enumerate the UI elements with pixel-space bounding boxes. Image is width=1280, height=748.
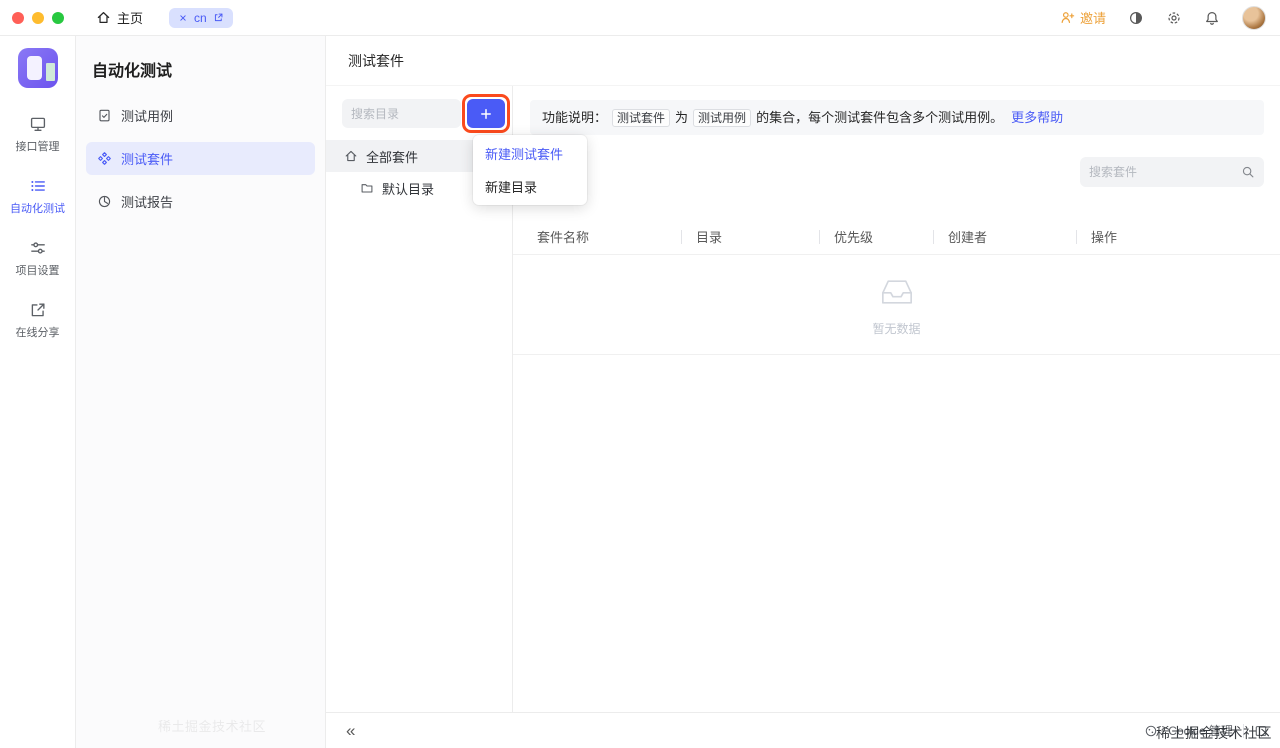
panel-layout-icon[interactable] [1254, 724, 1268, 738]
secondary-sidebar: 自动化测试 测试用例 测试套件 测试报告 [76, 36, 326, 748]
menu-item-new-test-suite[interactable]: 新建测试套件 [473, 137, 587, 170]
open-external-icon[interactable] [213, 12, 224, 23]
tree-node-label: 默认目录 [382, 181, 435, 197]
clock-report-icon [97, 194, 112, 209]
zoom-window-button[interactable] [52, 11, 64, 24]
nav-item-label: 测试用例 [121, 109, 174, 124]
empty-inbox-icon [874, 272, 920, 312]
notifications-button[interactable] [1204, 10, 1220, 26]
bottom-bar-right: Cookie 管理 [1144, 722, 1268, 739]
sidebar-item-label: 项目设置 [15, 265, 60, 277]
home-label: 主页 [117, 11, 144, 26]
minimize-window-button[interactable] [32, 11, 44, 24]
add-button[interactable] [467, 99, 505, 128]
plus-icon [479, 107, 493, 121]
project-tab-label: cn [194, 10, 207, 25]
banner-tag-case: 测试用例 [693, 109, 752, 127]
divider [1243, 723, 1244, 738]
search-icon[interactable] [1241, 165, 1255, 179]
sidebar-item-online-share[interactable]: 在线分享 [0, 290, 75, 352]
banner-mid1: 为 [675, 110, 689, 125]
suite-search-input[interactable] [1089, 165, 1241, 179]
banner-prefix: 功能说明： [542, 110, 608, 125]
sidebar-item-label: 接口管理 [15, 141, 60, 153]
nav-item-label: 测试报告 [121, 195, 174, 210]
sidebar-item-project-settings[interactable]: 项目设置 [0, 228, 75, 290]
menu-item-label: 新建目录 [485, 180, 538, 195]
column-header-creator: 创建者 [933, 219, 1076, 254]
tree-node-label: 全部套件 [366, 149, 419, 165]
suite-content: 功能说明： 测试套件为测试用例的集合，每个测试套件包含多个测试用例。更多帮助 套件… [513, 86, 1280, 712]
banner-mid2: 的集合，每个测试套件包含多个测试用例。 [756, 110, 1004, 125]
column-header-priority: 优先级 [819, 219, 933, 254]
folder-icon [360, 181, 374, 195]
user-avatar[interactable] [1242, 5, 1266, 30]
primary-nav: 接口管理 自动化测试 项目设置 在线分享 [0, 104, 75, 352]
suite-table-header: 套件名称 目录 优先级 创建者 操作 [513, 219, 1280, 255]
sidebar-item-automated-testing[interactable]: 自动化测试 [0, 166, 75, 228]
nav-item-test-cases[interactable]: 测试用例 [86, 99, 315, 132]
traffic-lights [12, 11, 64, 24]
column-header-actions: 操作 [1076, 219, 1280, 254]
more-help-link[interactable]: 更多帮助 [1011, 110, 1063, 125]
project-tab[interactable]: cn [169, 7, 233, 28]
menu-item-label: 新建测试套件 [485, 147, 564, 162]
tree-toolbar [326, 86, 512, 140]
primary-sidebar: 接口管理 自动化测试 项目设置 在线分享 [0, 36, 76, 748]
menu-item-new-folder[interactable]: 新建目录 [473, 170, 587, 203]
banner-tag-suite: 测试套件 [612, 109, 671, 127]
doc-check-icon [97, 108, 112, 123]
module-title: 自动化测试 [92, 63, 173, 80]
monitor-icon [29, 115, 47, 133]
sidebar-item-label: 在线分享 [15, 327, 60, 339]
cookie-manager-button[interactable]: Cookie 管理 [1168, 722, 1233, 739]
add-dropdown-menu: 新建测试套件 新建目录 [473, 135, 587, 205]
sidebar-item-api-management[interactable]: 接口管理 [0, 104, 75, 166]
home-icon [96, 10, 111, 25]
tab-close-icon[interactable] [178, 13, 188, 23]
empty-state: 暂无数据 [513, 255, 1280, 355]
home-small-icon [344, 149, 358, 163]
app-window: 主页 cn 邀请 接口管理 自动化测试 项目设置 在线分享 自动化测试 测试用例… [0, 0, 1280, 748]
suite-search-box [1080, 157, 1264, 187]
sidebar-item-label: 自动化测试 [10, 203, 65, 215]
page-title: 测试套件 [348, 52, 404, 69]
column-header-suite-name: 套件名称 [537, 230, 590, 245]
app-logo[interactable] [17, 48, 58, 88]
invite-person-icon [1060, 10, 1075, 25]
info-banner: 功能说明： 测试套件为测试用例 的集合，每个测试套件包含多个测试用例。 更多帮助 [530, 100, 1264, 135]
invite-label: 邀请 [1079, 11, 1106, 26]
sliders-icon [29, 239, 47, 257]
bottom-bar: « Cookie 管理 [326, 712, 1280, 748]
invite-button[interactable]: 邀请 [1060, 8, 1106, 27]
collapse-sidebar-button[interactable]: « [346, 722, 355, 739]
close-window-button[interactable] [12, 11, 24, 24]
titlebar: 主页 cn 邀请 [0, 0, 1280, 36]
empty-state-text: 暂无数据 [872, 322, 921, 336]
main-header: 测试套件 [326, 36, 1280, 86]
main-area: 测试套件 全部套件 [326, 36, 1280, 748]
column-header-folder: 目录 [681, 219, 819, 254]
nav-item-test-reports[interactable]: 测试报告 [86, 185, 315, 218]
diamond-grid-icon [97, 151, 112, 166]
automation-icon [29, 177, 47, 195]
settings-button[interactable] [1166, 10, 1182, 26]
tree-search-input[interactable] [342, 99, 461, 128]
nav-item-test-suites[interactable]: 测试套件 [86, 142, 315, 175]
titlebar-actions: 邀请 [1060, 5, 1266, 30]
share-icon [29, 301, 47, 319]
home-button[interactable]: 主页 [96, 8, 143, 27]
cookie-icon[interactable] [1144, 724, 1158, 738]
nav-item-label: 测试套件 [121, 152, 174, 167]
theme-toggle-button[interactable] [1128, 10, 1144, 26]
